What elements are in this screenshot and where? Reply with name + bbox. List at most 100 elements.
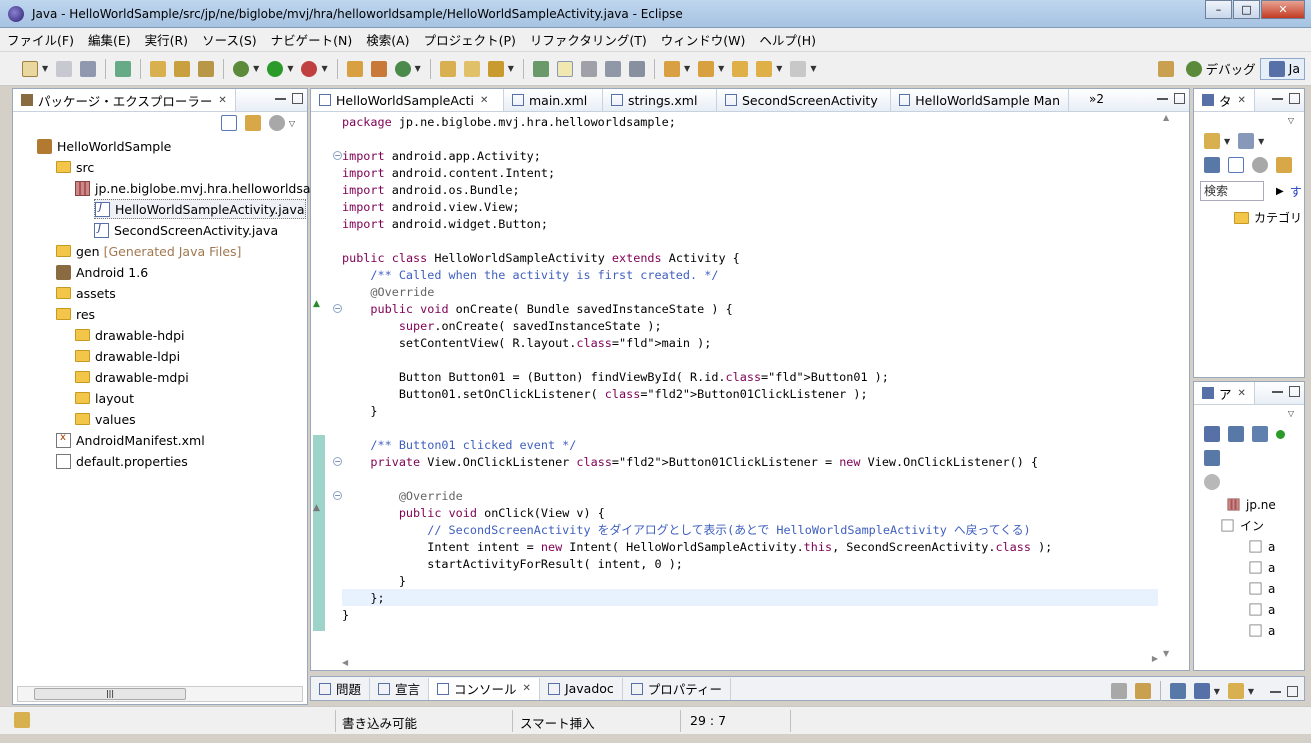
maximize-view-icon[interactable] <box>1289 386 1300 397</box>
tree-item[interactable]: drawable-hdpi <box>75 325 185 345</box>
back-icon[interactable] <box>756 60 773 77</box>
close-button[interactable]: ✕ <box>1261 0 1305 19</box>
view-menu-icon[interactable] <box>268 115 285 131</box>
task-search-input[interactable]: 検索 <box>1200 181 1264 201</box>
minimize-view-icon[interactable] <box>275 97 286 100</box>
forward-icon[interactable] <box>790 60 807 77</box>
minimize-button[interactable]: – <box>1205 0 1232 19</box>
maximize-view-icon[interactable] <box>1287 685 1298 697</box>
tree-item[interactable]: jp.ne.biglobe.mvj.hra.helloworldsan <box>75 178 318 198</box>
maximize-view-icon[interactable] <box>292 93 303 104</box>
tab-outline[interactable]: ア ✕ <box>1194 382 1255 404</box>
tree-item[interactable]: HelloWorldSampleActivity.java <box>94 199 306 219</box>
tree-item[interactable]: default.properties <box>56 451 188 471</box>
new-icon-2[interactable] <box>346 60 363 77</box>
tab-package-explorer[interactable]: パッケージ・エクスプローラー ✕ <box>13 89 236 111</box>
tree-item[interactable]: drawable-mdpi <box>75 367 189 387</box>
search-icon[interactable] <box>487 60 504 77</box>
display-console-icon[interactable] <box>1193 683 1210 699</box>
toggle-mark-icon[interactable] <box>532 60 549 77</box>
close-tab-icon[interactable]: ✕ <box>523 683 531 694</box>
outline-item[interactable]: jp.ne <box>1226 494 1304 515</box>
editor-tab[interactable]: HelloWorldSampleActi ✕ <box>311 89 504 111</box>
collapse-all-icon[interactable] <box>220 115 237 131</box>
tree-item[interactable]: SecondScreenActivity.java <box>94 220 278 240</box>
hide-fields-icon[interactable] <box>1228 426 1244 442</box>
whitespace-icon[interactable] <box>580 60 597 77</box>
minimize-view-icon[interactable] <box>1270 690 1281 693</box>
menu-item-4[interactable]: ナビゲート(N) <box>264 30 360 49</box>
link-with-editor-icon[interactable] <box>244 115 261 131</box>
open-type-icon[interactable] <box>439 60 456 77</box>
editor-tab[interactable]: HelloWorldSample Man <box>891 89 1069 111</box>
tab-overflow[interactable]: »2 <box>1089 92 1104 106</box>
menu-item-0[interactable]: ファイル(F) <box>0 30 81 49</box>
arrow-right-icon[interactable]: ▶ <box>1276 186 1284 197</box>
menu-item-6[interactable]: プロジェクト(P) <box>417 30 523 49</box>
fold-toggle-icon[interactable]: − <box>333 304 342 313</box>
run-icon[interactable] <box>267 60 284 77</box>
new-icon[interactable] <box>22 60 38 77</box>
bottom-tab-properties[interactable]: プロパティー <box>623 677 732 700</box>
outline-item[interactable]: a <box>1248 557 1304 578</box>
prev-annotation-icon[interactable] <box>698 60 715 77</box>
debug-icon[interactable] <box>233 60 250 77</box>
java-perspective[interactable]: Ja <box>1259 57 1305 80</box>
menu-item-2[interactable]: 実行(R) <box>138 30 195 49</box>
tree-item[interactable]: values <box>75 409 136 429</box>
minimize-editor-icon[interactable] <box>1157 97 1168 100</box>
hide-static-icon[interactable] <box>1252 426 1268 442</box>
tree-item[interactable]: gen [Generated Java Files] <box>56 241 241 261</box>
chevron-down-icon[interactable]: ▽ <box>1288 409 1294 418</box>
close-tab-icon[interactable]: ✕ <box>480 95 488 106</box>
bottom-tab-problems[interactable]: 問題 <box>311 677 371 700</box>
close-tab-icon[interactable]: ✕ <box>1238 95 1246 106</box>
maximize-button[interactable]: □ <box>1233 0 1260 19</box>
editor-vertical-scrollbar[interactable]: ▲ ▼ <box>1163 113 1179 658</box>
tab-task-list[interactable]: タ ✕ <box>1194 89 1255 111</box>
fold-toggle-icon[interactable]: − <box>333 151 342 160</box>
debug-perspective[interactable]: デバッグ <box>1178 57 1260 80</box>
minimize-view-icon[interactable] <box>1272 390 1283 393</box>
scroll-down-icon[interactable]: ▼ <box>1163 649 1169 658</box>
open-folder-icon[interactable] <box>463 60 480 77</box>
external-tools-icon[interactable] <box>301 60 318 77</box>
android-sdk-icon[interactable] <box>115 60 132 77</box>
save-icon[interactable] <box>56 60 73 77</box>
open-console-icon[interactable] <box>1227 683 1244 699</box>
tree-item[interactable]: HelloWorldSample <box>37 136 171 156</box>
focus-icon[interactable] <box>1276 157 1292 173</box>
new-java-project-icon[interactable] <box>150 60 167 77</box>
fast-view-icon[interactable] <box>14 712 30 728</box>
scroll-up-icon[interactable]: ▲ <box>1163 113 1179 122</box>
menu-item-5[interactable]: 検索(A) <box>359 30 416 49</box>
menu-item-3[interactable]: ソース(S) <box>195 30 264 49</box>
scrollbar-thumb[interactable]: ||| <box>34 688 186 700</box>
collapse-icon[interactable] <box>1228 157 1244 173</box>
tree-item[interactable]: drawable-ldpi <box>75 346 180 366</box>
bottom-tab-console[interactable]: コンソール ✕ <box>429 677 540 700</box>
block-selection-icon[interactable] <box>604 60 621 77</box>
outline-item[interactable]: a <box>1248 620 1304 641</box>
scroll-left-icon[interactable]: ◀ <box>342 658 348 667</box>
tree-item[interactable]: Android 1.6 <box>56 262 148 282</box>
horizontal-scrollbar[interactable]: ||| <box>17 686 303 702</box>
fold-toggle-icon[interactable]: − <box>333 457 342 466</box>
new-element-icon[interactable] <box>394 60 411 77</box>
tree-item[interactable]: layout <box>75 388 134 408</box>
editor-tab[interactable]: main.xml <box>504 89 603 111</box>
tree-item[interactable]: src <box>56 157 94 177</box>
scroll-right-icon[interactable]: ▶ <box>1152 654 1158 663</box>
sort-icon[interactable] <box>1204 426 1220 442</box>
filter-icon[interactable] <box>1204 157 1220 173</box>
next-annotation-icon[interactable] <box>663 60 680 77</box>
close-tab-icon[interactable]: ✕ <box>1238 388 1246 399</box>
menu-item-1[interactable]: 編集(E) <box>81 30 138 49</box>
editor-tab[interactable]: SecondScreenActivity <box>717 89 891 111</box>
chevron-down-icon[interactable]: ▽ <box>289 119 295 128</box>
sync-icon[interactable] <box>1252 157 1268 173</box>
menu-item-8[interactable]: ウィンドウ(W) <box>654 30 753 49</box>
show-pilcrow-icon[interactable] <box>628 60 645 77</box>
fold-toggle-icon[interactable]: − <box>333 491 342 500</box>
bottom-tab-javadoc[interactable]: Javadoc <box>540 677 623 700</box>
